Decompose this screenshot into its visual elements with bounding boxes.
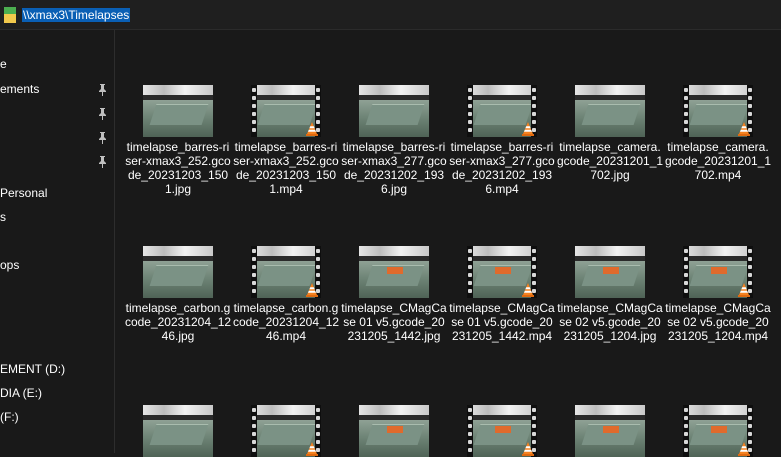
file-thumbnail [143, 246, 213, 298]
film-strip [251, 85, 257, 137]
address-bar[interactable]: \\xmax3\Timelapses [0, 0, 781, 30]
sidebar-item-label: ements [0, 82, 40, 96]
sidebar-item[interactable] [0, 127, 114, 149]
file-thumbnail [683, 405, 753, 457]
sidebar-item[interactable]: s [0, 207, 114, 229]
sidebar-item[interactable]: ements [0, 79, 114, 101]
vlc-cone-icon [522, 283, 534, 297]
file-thumbnail [575, 85, 645, 137]
file-thumbnail [143, 85, 213, 137]
file-name: timelapse_CMagCase 01 v5.gcode_20231205_… [449, 301, 555, 343]
vertical-scrollbar[interactable] [774, 30, 781, 453]
sidebar-item-label: DIA (E:) [0, 386, 43, 400]
sidebar-item[interactable] [0, 103, 114, 125]
film-strip [467, 405, 473, 457]
pin-icon [99, 108, 106, 120]
vlc-cone-icon [738, 283, 750, 297]
file-name: timelapse_CMagCase 02 v5.gcode_20231205_… [665, 301, 771, 343]
film-strip [683, 405, 689, 457]
vlc-cone-icon [522, 442, 534, 456]
sidebar-item[interactable]: ops [0, 255, 114, 277]
vlc-cone-icon [522, 122, 534, 136]
navigation-pane[interactable]: e ements Personal s ops EMENT (D:) DIA (E:) (F:… [0, 30, 115, 453]
sidebar-item[interactable]: e [0, 54, 114, 76]
file-name: timelapse_CMagCase 02 v5.gcode_20231205_… [557, 301, 663, 343]
sidebar-item-label: (F:) [0, 410, 19, 424]
file-name: timelapse_barres-riser-xmax3_252.gcode_2… [125, 140, 231, 196]
address-path[interactable]: \\xmax3\Timelapses [22, 8, 131, 22]
file-thumbnail [251, 85, 321, 137]
vlc-cone-icon [306, 283, 318, 297]
pin-icon [99, 156, 106, 168]
film-strip [467, 246, 473, 298]
film-strip [683, 85, 689, 137]
file-thumbnail [251, 246, 321, 298]
file-thumbnail [143, 405, 213, 457]
file-name: timelapse_barres-riser-xmax3_277.gcode_2… [341, 140, 447, 196]
file-thumbnail [467, 246, 537, 298]
file-name: timelapse_camera.gcode_20231201_1702.mp4 [664, 140, 772, 182]
file-thumbnail [359, 246, 429, 298]
sidebar-item[interactable]: EMENT (D:) [0, 359, 114, 381]
file-name: timelapse_carbon.gcode_20231204_1246.jpg [124, 301, 232, 343]
file-thumbnail [575, 246, 645, 298]
film-strip [683, 246, 689, 298]
sidebar-item[interactable]: DIA (E:) [0, 383, 114, 405]
file-thumbnail [467, 85, 537, 137]
pin-icon [99, 132, 106, 144]
film-strip [251, 405, 257, 457]
pin-icon [99, 84, 106, 96]
file-thumbnail [359, 405, 429, 457]
file-name: timelapse_barres-riser-xmax3_252.gcode_2… [233, 140, 339, 196]
file-name: timelapse_camera.gcode_20231201_1702.jpg [556, 140, 664, 182]
film-strip [251, 246, 257, 298]
sidebar-item-label: ops [0, 258, 20, 272]
sidebar-item-label: e [0, 57, 7, 71]
file-thumbnail [683, 85, 753, 137]
sidebar-item[interactable]: Personal [0, 183, 114, 205]
file-thumbnail [359, 85, 429, 137]
file-thumbnail [467, 405, 537, 457]
sidebar-item-label: EMENT (D:) [0, 362, 66, 376]
file-view[interactable]: timelapse_barres-riser-xmax3_252.gcode_2… [116, 30, 781, 457]
file-name: timelapse_CMagCase 01 v5.gcode_20231205_… [341, 301, 447, 343]
sidebar-item[interactable]: (F:) [0, 407, 114, 429]
vlc-cone-icon [306, 442, 318, 456]
sidebar-item-label: s [0, 210, 6, 224]
file-thumbnail [575, 405, 645, 457]
file-name: timelapse_carbon.gcode_20231204_1246.mp4 [232, 301, 340, 343]
vlc-cone-icon [306, 122, 318, 136]
sidebar-item-label: Personal [0, 186, 48, 200]
vlc-cone-icon [738, 122, 750, 136]
network-folder-icon [4, 7, 16, 23]
sidebar-item[interactable] [0, 151, 114, 173]
film-strip [467, 85, 473, 137]
file-name: timelapse_barres-riser-xmax3_277.gcode_2… [449, 140, 555, 196]
file-thumbnail [251, 405, 321, 457]
vlc-cone-icon [738, 442, 750, 456]
file-thumbnail [683, 246, 753, 298]
